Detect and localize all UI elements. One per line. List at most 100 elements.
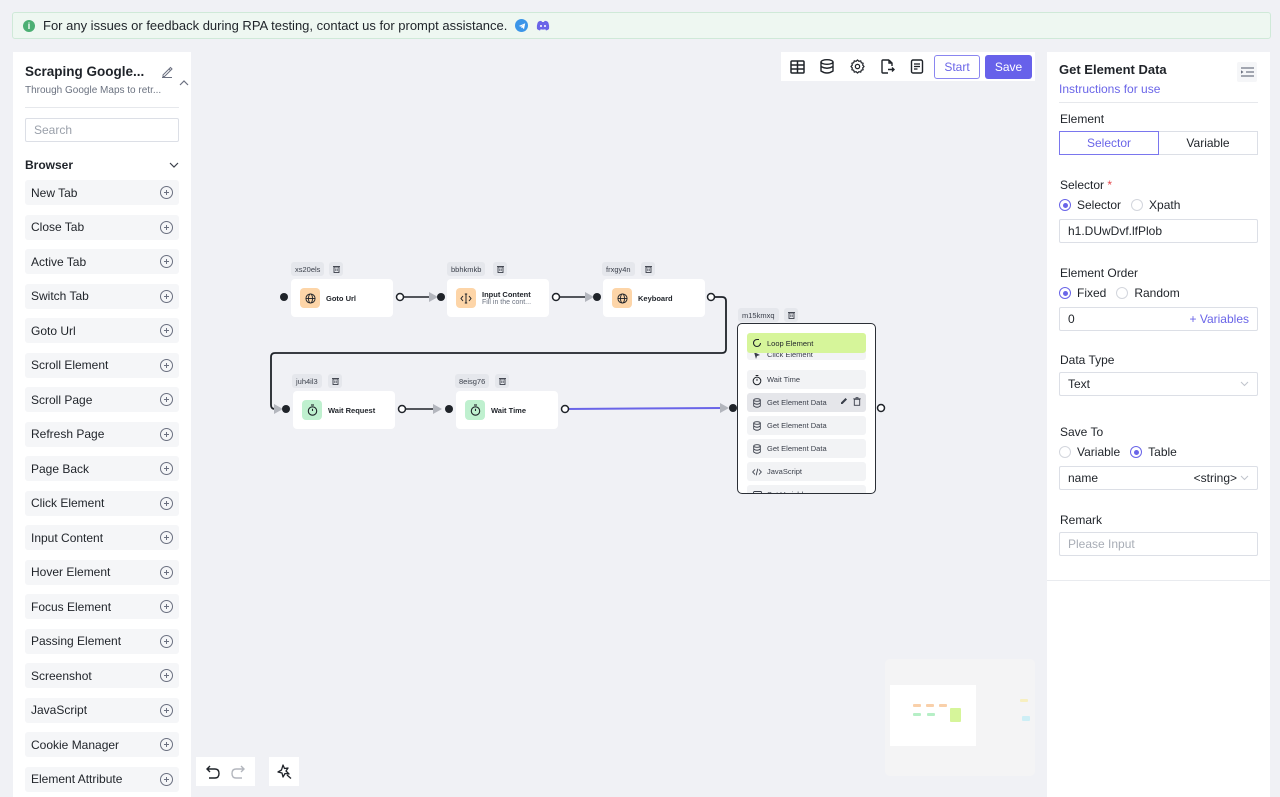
- sidebar-item-page-back[interactable]: Page Back: [25, 456, 179, 481]
- telegram-icon[interactable]: [515, 19, 529, 32]
- sidebar-item-javascript[interactable]: JavaScript: [25, 697, 179, 723]
- sidebar-item-passing-element[interactable]: Passing Element: [25, 628, 179, 654]
- settings-icon[interactable]: [849, 59, 865, 75]
- plus-circle-icon[interactable]: [160, 600, 173, 613]
- start-button[interactable]: Start: [934, 55, 980, 79]
- add-variables-link[interactable]: + Variables: [1190, 312, 1249, 326]
- minimap[interactable]: [885, 659, 1035, 776]
- plus-circle-icon[interactable]: [160, 220, 173, 234]
- redo-icon[interactable]: [230, 765, 245, 779]
- output-handle[interactable]: [706, 292, 716, 302]
- input-handle[interactable]: [445, 405, 453, 413]
- plus-circle-icon[interactable]: [160, 703, 173, 717]
- plus-circle-icon[interactable]: [160, 669, 173, 682]
- output-handle[interactable]: [395, 292, 405, 302]
- order-input[interactable]: 0 + Variables: [1059, 307, 1258, 331]
- sidebar-item-screenshot[interactable]: Screenshot: [25, 663, 179, 688]
- sidebar-item-hover-element[interactable]: Hover Element: [25, 559, 179, 585]
- save-button[interactable]: Save: [985, 55, 1032, 79]
- radio-variable[interactable]: [1059, 446, 1071, 458]
- plus-circle-icon[interactable]: [160, 393, 173, 406]
- edge-goto-input[interactable]: [400, 292, 438, 302]
- input-handle[interactable]: [282, 405, 290, 413]
- delete-node-button[interactable]: [495, 374, 509, 388]
- radio-random[interactable]: [1116, 287, 1129, 299]
- edit-icon[interactable]: [161, 65, 173, 78]
- loop-child-get-element-data[interactable]: Get Element Data: [747, 393, 866, 412]
- log-icon[interactable]: [909, 59, 925, 75]
- input-handle[interactable]: [280, 293, 288, 301]
- auto-layout-button[interactable]: [269, 757, 299, 786]
- output-handle[interactable]: [876, 403, 886, 413]
- tab-variable[interactable]: Variable: [1159, 131, 1258, 155]
- loop-header[interactable]: Loop Element: [747, 333, 866, 353]
- plus-circle-icon[interactable]: [160, 324, 173, 337]
- flow-node-input-content[interactable]: Input Content Fill in the cont...: [447, 279, 549, 317]
- edit-icon[interactable]: [840, 397, 848, 405]
- radio-selector[interactable]: [1059, 199, 1071, 211]
- sidebar-item-click-element[interactable]: Click Element: [25, 490, 179, 516]
- flow-node-wait-request[interactable]: Wait Request: [293, 391, 395, 429]
- loop-child-set-variable[interactable]: Set Variable: [747, 485, 866, 493]
- undo-icon[interactable]: [206, 765, 221, 779]
- saveto-column-select[interactable]: name <string>: [1059, 466, 1258, 490]
- sidebar-item-switch-tab[interactable]: Switch Tab: [25, 283, 179, 309]
- trash-icon[interactable]: [853, 397, 861, 406]
- loop-child-wait-time[interactable]: Wait Time: [747, 370, 866, 389]
- flow-node-wait-time[interactable]: Wait Time: [456, 391, 558, 429]
- selector-input[interactable]: h1.DUwDvf.lfPlob: [1059, 219, 1258, 243]
- tab-selector[interactable]: Selector: [1059, 131, 1159, 155]
- plus-circle-icon[interactable]: [160, 634, 173, 648]
- flow-node-goto-url[interactable]: Goto Url: [291, 279, 393, 317]
- loop-child-get-element-data[interactable]: Get Element Data: [747, 439, 866, 458]
- sidebar-item-scroll-element[interactable]: Scroll Element: [25, 352, 179, 378]
- delete-node-button[interactable]: [784, 308, 798, 322]
- collapse-panel-button[interactable]: [1237, 62, 1257, 82]
- sidebar-item-goto-url[interactable]: Goto Url: [25, 318, 179, 343]
- edge-waitrequest-waittime[interactable]: [402, 404, 442, 414]
- search-input[interactable]: Search: [25, 118, 179, 142]
- delete-node-button[interactable]: [328, 374, 342, 388]
- plus-circle-icon[interactable]: [160, 772, 173, 786]
- datatype-select[interactable]: Text: [1059, 372, 1258, 396]
- input-handle[interactable]: [593, 293, 601, 301]
- chevron-up-icon[interactable]: [179, 73, 189, 86]
- delete-node-button[interactable]: [641, 262, 655, 276]
- plus-circle-icon[interactable]: [160, 358, 173, 372]
- edge-input-keyboard[interactable]: [556, 292, 594, 302]
- plus-circle-icon[interactable]: [160, 289, 173, 303]
- input-handle[interactable]: [437, 293, 445, 301]
- database-icon[interactable]: [819, 59, 835, 75]
- plus-circle-icon[interactable]: [160, 738, 173, 751]
- sidebar-item-new-tab[interactable]: New Tab: [25, 180, 179, 205]
- sidebar-item-element-attribute[interactable]: Element Attribute: [25, 766, 179, 792]
- table-icon[interactable]: [789, 59, 805, 75]
- plus-circle-icon[interactable]: [160, 531, 173, 544]
- sidebar-item-active-tab[interactable]: Active Tab: [25, 249, 179, 274]
- sidebar-item-input-content[interactable]: Input Content: [25, 525, 179, 550]
- plus-circle-icon[interactable]: [160, 565, 173, 579]
- loop-child-javascript[interactable]: JavaScript: [747, 462, 866, 481]
- plus-circle-icon[interactable]: [160, 427, 173, 441]
- export-icon[interactable]: [879, 59, 895, 75]
- output-handle[interactable]: [551, 292, 561, 302]
- radio-table[interactable]: [1130, 446, 1143, 458]
- sidebar-item-cookie-manager[interactable]: Cookie Manager: [25, 732, 179, 757]
- radio-xpath[interactable]: [1131, 199, 1144, 211]
- plus-circle-icon[interactable]: [160, 462, 173, 475]
- discord-icon[interactable]: [536, 20, 550, 32]
- output-handle[interactable]: [397, 404, 407, 414]
- delete-node-button[interactable]: [329, 262, 343, 276]
- sidebar-item-refresh-page[interactable]: Refresh Page: [25, 421, 179, 447]
- radio-fixed[interactable]: [1059, 287, 1071, 299]
- sidebar-item-focus-element[interactable]: Focus Element: [25, 594, 179, 619]
- section-browser[interactable]: Browser: [25, 158, 179, 172]
- sidebar-item-close-tab[interactable]: Close Tab: [25, 214, 179, 240]
- input-handle[interactable]: [729, 404, 737, 412]
- plus-circle-icon[interactable]: [160, 186, 173, 199]
- delete-node-button[interactable]: [493, 262, 507, 276]
- sidebar-item-scroll-page[interactable]: Scroll Page: [25, 387, 179, 412]
- loop-element-node[interactable]: Loop Element Click Element Wait Time Get E…: [737, 323, 876, 494]
- loop-child-get-element-data[interactable]: Get Element Data: [747, 416, 866, 435]
- remark-input[interactable]: Please Input: [1059, 532, 1258, 556]
